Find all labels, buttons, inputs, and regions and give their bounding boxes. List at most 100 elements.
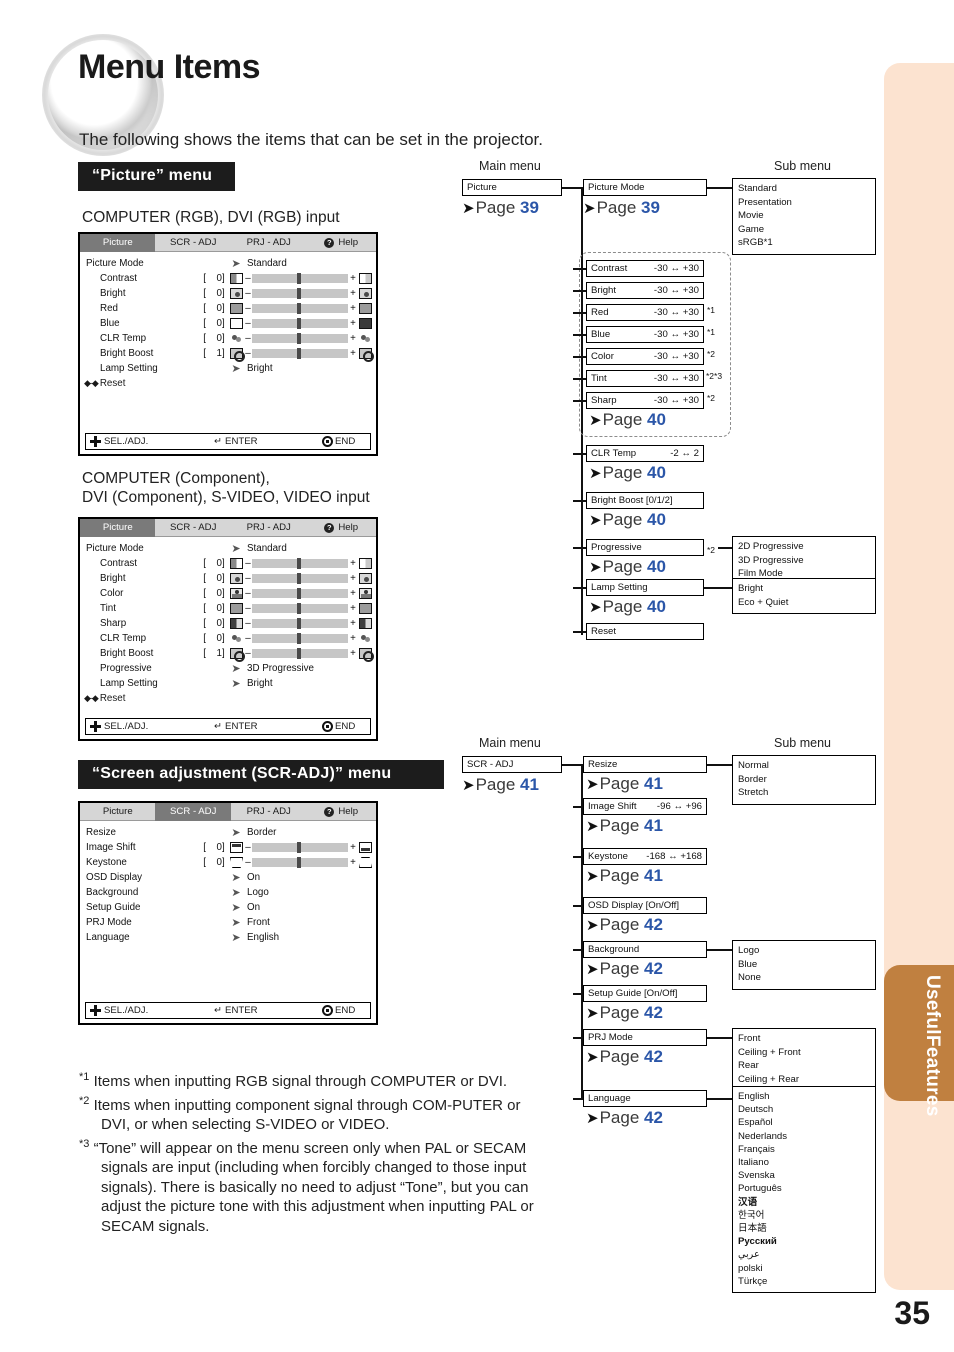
osd-row[interactable]: Progressive ➤ 3D Progressive bbox=[80, 661, 376, 676]
osd-row[interactable]: Picture Mode ➤ Standard bbox=[80, 541, 376, 556]
tab-help[interactable]: ? Help bbox=[306, 803, 376, 821]
flow-box-image-shift[interactable]: Image Shift -96 ↔ +96 bbox=[583, 798, 707, 815]
osd-row[interactable]: Lamp Setting ➤ Bright bbox=[80, 361, 376, 376]
tab-prj-adj[interactable]: PRJ - ADJ bbox=[231, 803, 306, 821]
osd-row[interactable]: CLR Temp [ 0 ] – + bbox=[80, 631, 376, 646]
slider-track[interactable] bbox=[252, 648, 348, 659]
tab-scr-adj[interactable]: SCR - ADJ bbox=[155, 519, 230, 537]
flow-box-prj-mode[interactable]: PRJ Mode bbox=[583, 1029, 707, 1046]
flow-box-sharp[interactable]: Sharp -30 ↔ +30 bbox=[586, 392, 704, 409]
tab-help[interactable]: ? Help bbox=[306, 519, 376, 537]
osd-row[interactable]: Color [ 0 ] – + bbox=[80, 586, 376, 601]
page-link-dashed-group[interactable]: ➤Page 40 bbox=[589, 410, 666, 430]
flow-box-contrast[interactable]: Contrast -30 ↔ +30 bbox=[586, 260, 704, 277]
page-link-progressive[interactable]: ➤Page 40 bbox=[589, 557, 666, 577]
flow-box-setup-guide[interactable]: Setup Guide [On/Off] bbox=[583, 985, 707, 1002]
slider-track[interactable] bbox=[252, 558, 348, 569]
page-link-lamp-setting[interactable]: ➤Page 40 bbox=[589, 597, 666, 617]
flow-box-bright-boost[interactable]: Bright Boost [0/1/2] bbox=[586, 492, 704, 509]
page-link-bright-boost[interactable]: ➤Page 40 bbox=[589, 510, 666, 530]
osd-row[interactable]: Bright Boost [ 1 ] – + bbox=[80, 346, 376, 362]
osd-row[interactable]: Bright [ 0 ] – + bbox=[80, 571, 376, 586]
slider-track[interactable] bbox=[252, 633, 348, 644]
osd-row[interactable]: Red [ 0 ] – + bbox=[80, 301, 376, 316]
slider-track[interactable] bbox=[252, 318, 348, 329]
flow-box-language[interactable]: Language bbox=[583, 1090, 707, 1107]
slider-track[interactable] bbox=[252, 288, 348, 299]
osd-row[interactable]: PRJ Mode ➤ Front bbox=[80, 915, 376, 930]
flow-box-keystone[interactable]: Keystone -168 ↔ +168 bbox=[583, 848, 707, 865]
osd-row[interactable]: OSD Display ➤ On bbox=[80, 870, 376, 885]
flow-submenu-background[interactable]: Logo Blue None bbox=[732, 940, 876, 990]
osd-row[interactable]: Contrast [ 0 ] – + bbox=[80, 556, 376, 571]
osd-row[interactable]: Lamp Setting ➤ Bright bbox=[80, 676, 376, 691]
page-link-setup-guide[interactable]: ➤Page 42 bbox=[586, 1003, 663, 1023]
slider-track[interactable] bbox=[252, 573, 348, 584]
flow-box-reset[interactable]: Reset bbox=[586, 623, 704, 640]
osd-row[interactable]: Bright [ 0 ] – + bbox=[80, 286, 376, 301]
flow-box-red[interactable]: Red -30 ↔ +30 bbox=[586, 304, 704, 321]
osd-row[interactable]: Tint [ 0 ] – + bbox=[80, 601, 376, 616]
flow-submenu-resize[interactable]: Normal Border Stretch bbox=[732, 755, 876, 805]
flow-box-blue[interactable]: Blue -30 ↔ +30 bbox=[586, 326, 704, 343]
osd-row[interactable]: Setup Guide ➤ On bbox=[80, 900, 376, 915]
slider-track[interactable] bbox=[252, 333, 348, 344]
osd-row[interactable]: Keystone [ 0 ] – + bbox=[80, 855, 376, 870]
page-link-background[interactable]: ➤Page 42 bbox=[586, 959, 663, 979]
flow-submenu-prj-mode[interactable]: Front Ceiling + Front Rear Ceiling + Rea… bbox=[732, 1028, 876, 1092]
flow-submenu-picture-mode[interactable]: Standard Presentation Movie Game sRGB*1 bbox=[732, 178, 876, 255]
slider-track[interactable] bbox=[252, 303, 348, 314]
tab-scr-adj[interactable]: SCR - ADJ bbox=[155, 234, 230, 252]
osd-row[interactable]: Resize ➤ Border bbox=[80, 825, 376, 840]
flow-box-osd-display[interactable]: OSD Display [On/Off] bbox=[583, 897, 707, 914]
page-link-picture[interactable]: ➤Page 39 bbox=[462, 198, 539, 218]
osd-row[interactable]: Language ➤ English bbox=[80, 930, 376, 945]
tab-scr-adj[interactable]: SCR - ADJ bbox=[155, 802, 231, 821]
flow-box-resize[interactable]: Resize bbox=[583, 756, 707, 773]
osd-row[interactable]: Blue [ 0 ] – + bbox=[80, 316, 376, 331]
flow-box-color[interactable]: Color -30 ↔ +30 bbox=[586, 348, 704, 365]
osd-row[interactable]: Bright Boost [ 1 ] – + bbox=[80, 646, 376, 662]
tab-prj-adj[interactable]: PRJ - ADJ bbox=[231, 234, 306, 252]
page-link-prj-mode[interactable]: ➤Page 42 bbox=[586, 1047, 663, 1067]
osd-row[interactable]: Image Shift [ 0 ] – + bbox=[80, 840, 376, 855]
flow-box-tint[interactable]: Tint -30 ↔ +30 bbox=[586, 370, 704, 387]
flow-box-clr-temp[interactable]: CLR Temp -2 ↔ 2 bbox=[586, 445, 704, 462]
page-link-scr-adj[interactable]: ➤Page 41 bbox=[462, 775, 539, 795]
flow-box-background[interactable]: Background bbox=[583, 941, 707, 958]
tab-picture[interactable]: Picture bbox=[80, 233, 156, 252]
tab-picture[interactable]: Picture bbox=[80, 803, 155, 821]
osd-reset-row[interactable]: ◆-◆ Reset bbox=[80, 376, 376, 390]
flow-box-lamp-setting[interactable]: Lamp Setting bbox=[586, 579, 704, 596]
slider-track[interactable] bbox=[252, 842, 348, 853]
slider-track[interactable] bbox=[252, 273, 348, 284]
page-link-keystone[interactable]: ➤Page 41 bbox=[586, 866, 663, 886]
flow-submenu-language[interactable]: English Deutsch Español Nederlands Franç… bbox=[732, 1086, 876, 1294]
tab-prj-adj[interactable]: PRJ - ADJ bbox=[231, 519, 306, 537]
slider-track[interactable] bbox=[252, 603, 348, 614]
slider-track[interactable] bbox=[252, 857, 348, 868]
slider-track[interactable] bbox=[252, 618, 348, 629]
flow-box-picture[interactable]: Picture bbox=[462, 179, 562, 196]
flow-box-progressive[interactable]: Progressive bbox=[586, 539, 704, 556]
page-link-image-shift[interactable]: ➤Page 41 bbox=[586, 816, 663, 836]
flow-submenu-lamp-setting[interactable]: Bright Eco + Quiet bbox=[732, 578, 876, 615]
flow-box-picture-mode[interactable]: Picture Mode bbox=[583, 179, 707, 196]
tab-help[interactable]: ? Help bbox=[306, 234, 376, 252]
osd-row[interactable]: Picture Mode ➤ Standard bbox=[80, 256, 376, 271]
flow-box-bright[interactable]: Bright -30 ↔ +30 bbox=[586, 282, 704, 299]
osd-row[interactable]: Background ➤ Logo bbox=[80, 885, 376, 900]
page-link-osd-display[interactable]: ➤Page 42 bbox=[586, 915, 663, 935]
page-link-resize[interactable]: ➤Page 41 bbox=[586, 774, 663, 794]
osd-row[interactable]: CLR Temp [ 0 ] – + bbox=[80, 331, 376, 346]
flow-box-scr-adj[interactable]: SCR - ADJ bbox=[462, 756, 562, 773]
tab-picture[interactable]: Picture bbox=[80, 518, 156, 537]
osd-reset-row[interactable]: ◆-◆ Reset bbox=[80, 691, 376, 705]
page-link-clr-temp[interactable]: ➤Page 40 bbox=[589, 463, 666, 483]
slider-track[interactable] bbox=[252, 348, 348, 359]
osd-row[interactable]: Sharp [ 0 ] – + bbox=[80, 616, 376, 631]
page-link-language[interactable]: ➤Page 42 bbox=[586, 1108, 663, 1128]
slider-track[interactable] bbox=[252, 588, 348, 599]
page-link-picture-mode[interactable]: ➤Page 39 bbox=[583, 198, 660, 218]
osd-row[interactable]: Contrast [ 0 ] – + bbox=[80, 271, 376, 286]
